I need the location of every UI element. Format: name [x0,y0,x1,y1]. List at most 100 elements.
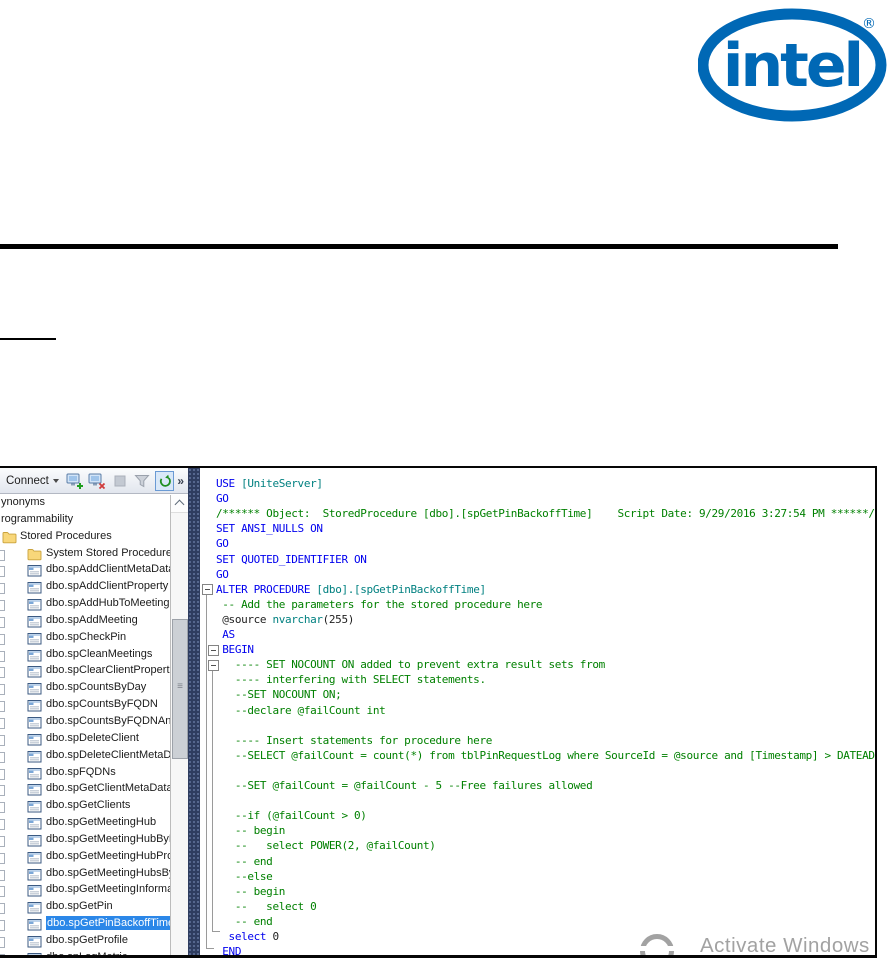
expand-stub-icon[interactable] [0,769,5,780]
tree-item-dbo-spcountsbyfqdn[interactable]: dbo.spCountsByFQDN [0,697,170,714]
tree-item-dbo-spaddmeeting[interactable]: dbo.spAddMeeting [0,613,170,630]
tree-item-dbo-spclearclientproperties[interactable]: dbo.spClearClientProperties [0,663,170,680]
code-line: -- select POWER(2, @failCount) [216,839,436,854]
code-line: --else [216,870,272,885]
fold-collapse-icon[interactable] [208,645,219,656]
tree-item-dbo-spfqdns[interactable]: dbo.spFQDNs [0,765,170,782]
tree-scrollbar[interactable] [170,495,188,955]
fold-collapse-icon[interactable] [208,660,219,671]
expand-stub-icon[interactable] [0,651,5,662]
code-token: --SET NOCOUNT ON; [216,688,341,701]
expand-stub-icon[interactable] [0,752,5,763]
tree-item-dbo-spaddclientproperty[interactable]: dbo.spAddClientProperty [0,579,170,596]
expand-stub-icon[interactable] [0,550,5,561]
filter-icon[interactable] [132,471,151,491]
tree-item-dbo-spaddhubtomeeting[interactable]: dbo.spAddHubToMeeting [0,596,170,613]
expand-stub-icon[interactable] [0,937,5,948]
expand-stub-icon[interactable] [0,684,5,695]
code-token: -- end [216,915,272,928]
expand-stub-icon[interactable] [0,566,5,577]
tree-item-dbo-spgetmeetinghubprop[interactable]: dbo.spGetMeetingHubProp [0,849,170,866]
expand-stub-icon[interactable] [0,903,5,914]
tree-item-label: rogrammability [1,513,73,525]
tree-item-label: dbo.spAddMeeting [46,614,138,626]
intel-logo: intel ® [698,4,889,126]
code-token: --declare @failCount int [216,704,385,717]
tree-item-label: dbo.spGetClientMetaData [46,782,170,794]
tree-item-dbo-spgetpinbackofftime[interactable]: dbo.spGetPinBackoffTime [0,916,170,933]
sproc-icon [27,851,42,866]
tree-item-label: dbo.spCountsByFQDN [46,698,158,710]
code-token: @source [216,613,272,626]
tree-item-dbo-spdeleteclientmetadat[interactable]: dbo.spDeleteClientMetaDat [0,748,170,765]
connect-button[interactable]: Connect [3,473,62,489]
sproc-icon [27,632,42,647]
expand-stub-icon[interactable] [0,920,5,931]
tree-item-dbo-spcleanmeetings[interactable]: dbo.spCleanMeetings [0,647,170,664]
tree-item-dbo-spaddclientmetadata[interactable]: dbo.spAddClientMetaData [0,562,170,579]
tree-item-system-stored-procedures[interactable]: System Stored Procedures [0,546,170,563]
expand-stub-icon[interactable] [0,836,5,847]
tree-item-dbo-spgetmeetinghub[interactable]: dbo.spGetMeetingHub [0,815,170,832]
expand-stub-icon[interactable] [0,954,5,955]
tree-item-dbo-splogmetric[interactable]: dbo.spLogMetric [0,950,170,955]
tree-item-dbo-spgetmeetinghubsbym[interactable]: dbo.spGetMeetingHubsByM [0,866,170,883]
tree-item-label: dbo.spFQDNs [46,766,116,778]
expand-stub-icon[interactable] [0,802,5,813]
activate-windows-watermark: Activate Windows [640,934,870,955]
sproc-icon [27,682,42,697]
expand-stub-icon[interactable] [0,870,5,881]
expand-stub-icon[interactable] [0,718,5,729]
expand-stub-icon[interactable] [0,735,5,746]
tree-item-dbo-spgetmeetinginformat[interactable]: dbo.spGetMeetingInformat [0,882,170,899]
expand-stub-icon[interactable] [0,701,5,712]
expand-stub-icon[interactable] [0,583,5,594]
refresh-icon[interactable] [155,471,175,491]
code-line: --if (@failCount > 0) [216,809,367,824]
sql-editor[interactable]: USE [UniteServer]GO/****** Object: Store… [200,468,875,955]
code-token: -- begin [216,824,285,837]
tree-item-dbo-spcheckpin[interactable]: dbo.spCheckPin [0,630,170,647]
sproc-icon [27,564,42,579]
object-explorer-panel: Connect [0,468,188,955]
scrollbar-thumb[interactable] [172,619,188,759]
expand-stub-icon[interactable] [0,667,5,678]
tree-item-dbo-spgetprofile[interactable]: dbo.spGetProfile [0,933,170,950]
expand-stub-icon[interactable] [0,819,5,830]
tree-item-dbo-spcountsbyfqdnand[interactable]: dbo.spCountsByFQDNAnd [0,714,170,731]
sproc-icon [27,581,42,596]
tree-item-dbo-spgetmeetinghubbyfq[interactable]: dbo.spGetMeetingHubByFQ [0,832,170,849]
tree-item-ynonyms[interactable]: ynonyms [0,495,170,512]
code-token: ---- interfering with SELECT statements. [216,673,486,686]
fold-collapse-icon[interactable] [202,584,213,595]
tree-item-dbo-spcountsbyday[interactable]: dbo.spCountsByDay [0,680,170,697]
sproc-icon [27,817,42,832]
expand-stub-icon[interactable] [0,886,5,897]
tree-item-dbo-spgetclientmetadata[interactable]: dbo.spGetClientMetaData [0,781,170,798]
tree-item-stored-procedures[interactable]: Stored Procedures [0,529,170,546]
stop-icon[interactable] [110,471,129,491]
connect-icon[interactable] [65,471,84,491]
tree-item-dbo-spgetpin[interactable]: dbo.spGetPin [0,899,170,916]
expand-stub-icon[interactable] [0,600,5,611]
expand-stub-icon[interactable] [0,853,5,864]
sproc-icon [27,834,42,849]
expand-stub-icon[interactable] [0,634,5,645]
sproc-icon [27,699,42,714]
expand-stub-icon[interactable] [0,785,5,796]
tree-item-dbo-spgetclients[interactable]: dbo.spGetClients [0,798,170,815]
toolbar-overflow-icon[interactable]: » [177,474,185,488]
code-line: END [216,945,241,955]
scrollbar-up-button[interactable] [171,495,188,513]
tree-item-dbo-spdeleteclient[interactable]: dbo.spDeleteClient [0,731,170,748]
expand-stub-icon[interactable] [0,617,5,628]
code-line: -- begin [216,824,285,839]
sproc-icon [27,800,42,815]
disconnect-icon[interactable] [87,471,106,491]
code-line: -- end [216,855,272,870]
code-line: BEGIN [216,643,254,658]
tree-item-label: dbo.spGetMeetingHubProp [46,850,170,862]
sproc-icon [27,918,42,933]
tree-item-rogrammability[interactable]: rogrammability [0,512,170,529]
code-line: --SET NOCOUNT ON; [216,688,341,703]
